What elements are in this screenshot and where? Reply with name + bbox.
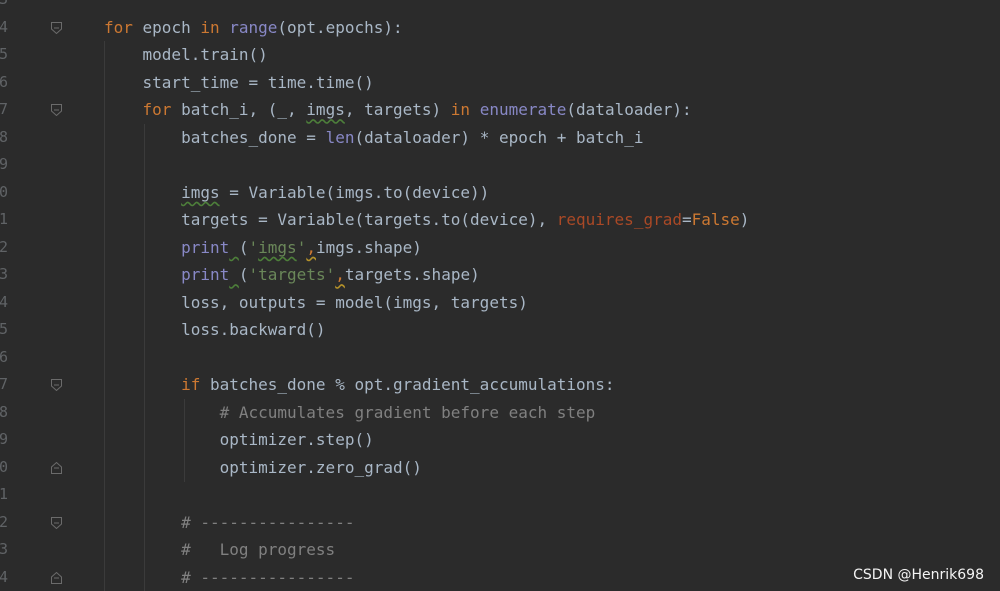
- code-token: (: [238, 265, 249, 285]
- code-token: (dataloader) * epoch + batch_i: [354, 127, 644, 147]
- code-token: batches_done =: [104, 127, 326, 147]
- code-token: ): [739, 210, 750, 230]
- code-token: imgs: [306, 100, 345, 120]
- code-token: start_time = time.time(): [104, 72, 374, 92]
- code-line[interactable]: # Log progress: [104, 536, 335, 564]
- code-token: batch_i, (_,: [171, 100, 307, 120]
- code-token: loss, outputs = model(imgs, targets): [104, 292, 528, 312]
- code-token: , targets): [344, 100, 451, 120]
- watermark: CSDN @Henrik698: [853, 567, 984, 583]
- code-line[interactable]: loss, outputs = model(imgs, targets): [104, 289, 528, 317]
- code-line[interactable]: print ('imgs',imgs.shape): [104, 234, 422, 262]
- code-line[interactable]: model.train(): [104, 41, 268, 69]
- code-line[interactable]: # ----------------: [104, 564, 354, 591]
- code-token: ,: [335, 265, 345, 285]
- code-line[interactable]: batches_done = len(dataloader) * epoch +…: [104, 124, 643, 152]
- code-token: (dataloader):: [566, 100, 692, 120]
- code-token: # ----------------: [181, 567, 355, 587]
- code-token: targets = Variable(targets.to(device),: [104, 210, 557, 230]
- code-line[interactable]: imgs = Variable(imgs.to(device)): [104, 179, 489, 207]
- code-token: # Accumulates gradient before each step: [219, 402, 596, 422]
- code-token: in: [450, 100, 471, 120]
- code-token: range: [229, 17, 278, 37]
- code-line[interactable]: print ('targets',targets.shape): [104, 261, 480, 289]
- code-token: ': [296, 237, 307, 257]
- code-token: if: [181, 375, 201, 395]
- code-line[interactable]: for epoch in range(opt.epochs):: [104, 14, 403, 42]
- code-token: print: [181, 265, 230, 285]
- code-line[interactable]: optimizer.step(): [104, 426, 374, 454]
- code-token: =: [681, 210, 692, 230]
- code-token: targets.shape): [344, 265, 480, 285]
- code-token: in: [200, 17, 220, 37]
- code-token: (: [238, 237, 249, 257]
- code-line[interactable]: targets = Variable(targets.to(device), r…: [104, 206, 749, 234]
- code-line[interactable]: loss.backward(): [104, 316, 326, 344]
- code-token: = Variable(imgs.to(device)): [219, 182, 490, 202]
- code-line[interactable]: start_time = time.time(): [104, 69, 374, 97]
- code-token: batches_done % opt.gradient_accumulation…: [200, 375, 615, 395]
- code-token: 'targets': [248, 265, 336, 285]
- code-token: for: [104, 17, 133, 37]
- code-line[interactable]: # Accumulates gradient before each step: [104, 399, 596, 427]
- code-token: loss.backward(): [104, 320, 326, 340]
- code-line[interactable]: for batch_i, (_, imgs, targets) in enume…: [104, 96, 692, 124]
- code-token: optimizer.step(): [104, 430, 374, 450]
- code-token: print: [181, 237, 230, 257]
- code-line[interactable]: if batches_done % opt.gradient_accumulat…: [104, 371, 615, 399]
- code-token: imgs.shape): [315, 237, 422, 257]
- code-token: imgs: [258, 237, 297, 257]
- code-token: optimizer.zero_grad(): [104, 457, 422, 477]
- code-token: len: [325, 127, 355, 147]
- code-token: False: [691, 210, 740, 230]
- code-area[interactable]: for epoch in range(opt.epochs): model.tr…: [0, 0, 1000, 591]
- code-editor[interactable]: 3456789012345678901234 for epoch in rang…: [0, 0, 1000, 591]
- code-token: imgs: [181, 182, 220, 202]
- code-token: epoch: [132, 17, 201, 37]
- code-line[interactable]: optimizer.zero_grad(): [104, 454, 422, 482]
- code-line[interactable]: # ----------------: [104, 509, 354, 537]
- code-token: (opt.epochs):: [277, 17, 403, 37]
- code-token: requires_grad: [556, 210, 682, 230]
- code-token: ': [248, 237, 259, 257]
- code-token: model.train(): [104, 45, 268, 65]
- code-token: # ----------------: [181, 512, 355, 532]
- code-token: ,: [306, 237, 316, 257]
- code-token: # Log progress: [181, 540, 336, 560]
- code-token: enumerate: [479, 100, 567, 120]
- code-token: for: [142, 100, 172, 120]
